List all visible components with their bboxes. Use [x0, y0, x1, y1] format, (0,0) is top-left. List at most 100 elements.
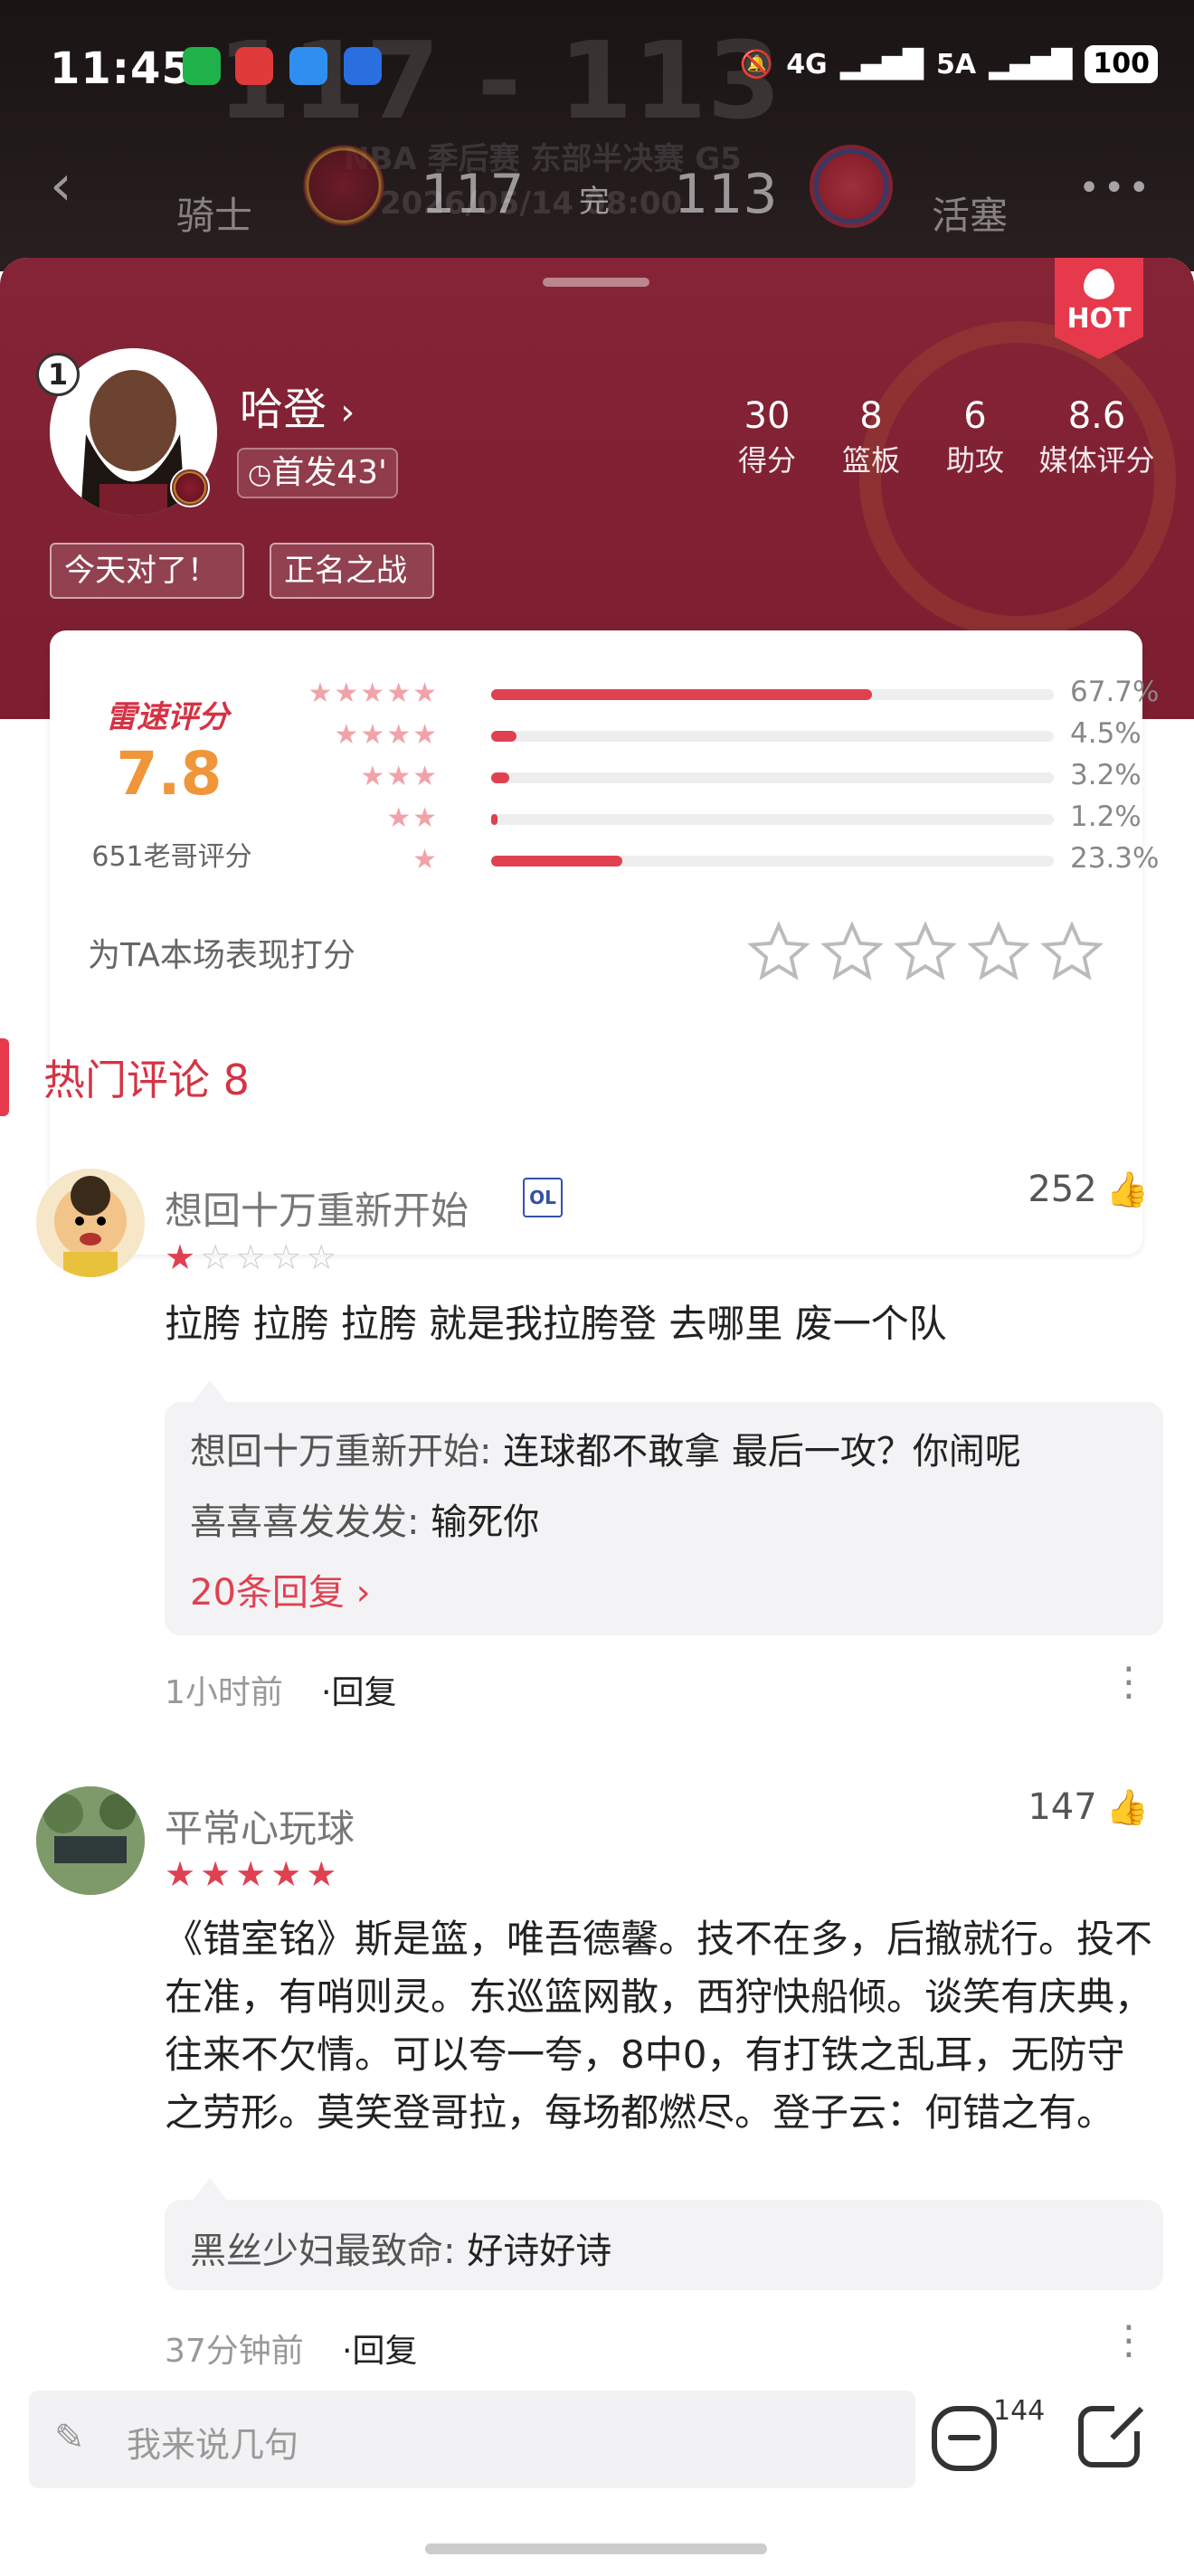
rating-row-1: ★ 23.3% — [294, 840, 1159, 882]
wechat-icon — [183, 47, 221, 85]
reply-item: 喜喜喜发发发: 输死你 — [190, 1501, 540, 1543]
rating-bar-track — [491, 856, 1054, 867]
comment-avatar[interactable] — [36, 1786, 145, 1895]
thumb-up-icon: 👍 — [1105, 1786, 1149, 1827]
app-root: 117 - 113 NBA 季后赛 东部半决赛 G5 2026/05/14 08… — [0, 0, 1194, 2576]
comment-list-icon-line — [948, 2435, 981, 2440]
rate-star-4-icon[interactable] — [966, 920, 1031, 985]
comment-text: 《错室铭》斯是篮，唯吾德馨。技不在多，后撤就行。投不在准，有哨则灵。东巡篮网散，… — [165, 1917, 1153, 2135]
stat-media-rating: 8.6 媒体评分 — [1038, 395, 1155, 478]
home-indicator[interactable] — [425, 2543, 767, 2554]
network-4g: 4G — [786, 48, 828, 80]
rate-star-2-icon[interactable] — [820, 920, 885, 985]
rating-bar-track — [491, 731, 1054, 742]
security-icon — [344, 47, 382, 85]
rating-bar-fill — [491, 731, 516, 742]
reply-button[interactable]: ·回复 — [342, 2325, 417, 2372]
back-button[interactable]: ‹ — [50, 154, 104, 217]
stat-assists: 6 助攻 — [945, 395, 1004, 478]
status-indicators: 🔕 4G ▂▄▆█ 5A ▂▄▆█ 100 — [740, 45, 1158, 83]
reply-button[interactable]: ·回复 — [321, 1666, 396, 1713]
more-options-icon[interactable]: ••• — [1078, 167, 1153, 209]
match-status: 完 — [579, 184, 610, 220]
pistons-logo — [810, 145, 893, 228]
battery-icon: 100 — [1085, 45, 1158, 83]
team-badge-icon — [170, 468, 210, 507]
stat-points: 30 得分 — [737, 395, 796, 478]
player-name[interactable]: 哈登 › — [240, 374, 355, 437]
rating-row-2: ★★ 1.2% — [294, 799, 1153, 840]
comment-list-icon[interactable] — [932, 2406, 997, 2471]
rating-percent: 67.7% — [1070, 676, 1160, 708]
comment-username[interactable]: 平常心玩球 — [165, 1798, 355, 1853]
away-team-name: 活塞 — [932, 194, 1009, 238]
more-vertical-icon[interactable]: ⋮ — [1109, 1662, 1149, 1702]
network-5a: 5A — [935, 48, 977, 80]
stars-2: ★★ — [386, 802, 439, 834]
cavaliers-logo — [303, 145, 384, 226]
stat-rebounds: 8 篮板 — [841, 395, 900, 478]
comment-text: 拉胯 拉胯 拉胯 就是我拉胯登 去哪里 废一个队 — [165, 1302, 947, 1346]
rating-bar-fill — [491, 772, 509, 783]
away-score: 113 — [674, 163, 778, 226]
rating-bar-fill — [491, 814, 498, 825]
more-vertical-icon[interactable]: ⋮ — [1109, 2321, 1149, 2361]
comment-time: 37分钟前 — [165, 2333, 304, 2370]
rating-row-3: ★★★ 3.2% — [294, 757, 1153, 799]
stars-3: ★★★ — [360, 761, 439, 792]
rate-prompt: 为TA本场表现打分 — [88, 937, 355, 974]
flame-icon — [1084, 269, 1114, 299]
clock-icon: ◷ — [248, 459, 272, 490]
reply-box[interactable]: 想回十万重新开始: 连球都不敢拿 最后一攻？你闹呢 喜喜喜发发发: 输死你 20… — [165, 1380, 1163, 1635]
jersey-number: 1 — [36, 353, 80, 396]
tag-redemption[interactable]: 正名之战 — [270, 543, 434, 599]
comment-username[interactable]: 想回十万重新开始 — [165, 1180, 469, 1236]
rating-bar-track — [491, 772, 1054, 783]
hot-label: HOT — [1066, 303, 1132, 335]
more-replies-link[interactable]: 20条回复 › — [190, 1563, 371, 1615]
comment-stars: ★☆☆☆☆ — [165, 1237, 342, 1277]
rating-bar-fill — [491, 856, 622, 867]
rating-percent: 23.3% — [1070, 842, 1160, 875]
messages-icon — [289, 47, 327, 85]
starter-badge: ◷首发43' — [237, 448, 398, 498]
section-accent-bar — [0, 1038, 9, 1116]
rating-score: 7.8 — [116, 739, 223, 809]
mute-icon: 🔕 — [739, 48, 774, 80]
signal-icon: ▂▄▆█ — [839, 48, 924, 80]
reply-item: 黑丝少妇最致命: 好诗好诗 — [190, 2230, 612, 2272]
rate-star-3-icon[interactable] — [893, 920, 958, 985]
status-time: 11:45 — [50, 43, 193, 94]
drag-handle[interactable] — [543, 278, 649, 287]
stars-5: ★★★★★ — [308, 677, 439, 709]
rating-title: 雷速评分 — [106, 699, 229, 735]
rating-bar-track — [491, 814, 1054, 825]
comment-time: 1小时前 — [165, 1674, 283, 1711]
rating-card: 雷速评分 7.8 651老哥评分 ★★★★★ 67.7% ★★★★ 4.5% ★… — [50, 630, 1159, 1255]
rating-row-5: ★★★★★ 67.7% — [294, 674, 1160, 715]
reply-box[interactable]: 黑丝少妇最致命: 好诗好诗 — [165, 2178, 1163, 2290]
rating-percent: 3.2% — [1070, 759, 1142, 791]
tag-today-right[interactable]: 今天对了！ — [50, 543, 244, 599]
comment-avatar[interactable] — [36, 1169, 145, 1277]
home-score: 117 — [421, 163, 525, 226]
stars-4: ★★★★ — [334, 719, 439, 751]
comment-stars: ★★★★★ — [165, 1854, 342, 1894]
rating-bar-fill — [491, 689, 873, 700]
rating-row-4: ★★★★ 4.5% — [294, 715, 1153, 757]
thumb-up-icon: 👍 — [1105, 1169, 1149, 1209]
rate-star-1-icon[interactable] — [746, 920, 811, 985]
comment-like-button[interactable]: 147 👍 — [1028, 1786, 1149, 1828]
rating-bar-track — [491, 689, 1054, 700]
rate-star-5-icon[interactable] — [1039, 920, 1104, 985]
stars-1: ★ — [412, 844, 439, 876]
home-team-name: 骑士 — [176, 194, 253, 238]
share-icon[interactable] — [1078, 2399, 1147, 2467]
pencil-icon: ✎ — [54, 2417, 85, 2458]
comment-count: 144 — [993, 2395, 1046, 2427]
signal2-icon: ▂▄▆█ — [989, 48, 1073, 80]
chevron-right-icon: › — [340, 392, 355, 433]
comment-placeholder: 我来说几句 — [127, 2425, 299, 2465]
team-badge-icon: OL — [523, 1178, 563, 1217]
comment-like-button[interactable]: 252 👍 — [1028, 1169, 1149, 1210]
